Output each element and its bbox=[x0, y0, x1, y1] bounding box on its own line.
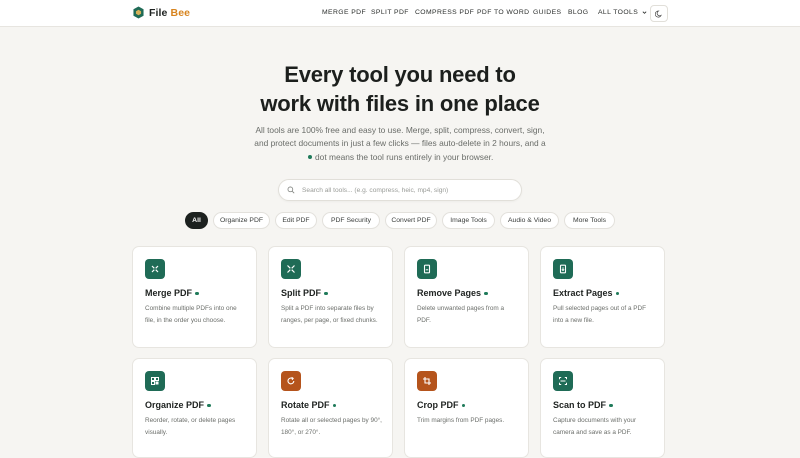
page-title: Every tool you need to work with files i… bbox=[0, 60, 800, 118]
title-line-1: Every tool you need to bbox=[284, 62, 516, 87]
subtitle-line-3: dot means the tool runs entirely in your… bbox=[315, 151, 494, 162]
scan-icon bbox=[553, 371, 573, 391]
browser-dot-icon bbox=[484, 291, 488, 296]
nav-blog[interactable]: BLOG bbox=[568, 9, 589, 16]
title-line-2: work with files in one place bbox=[260, 91, 540, 116]
brand-name: File Bee bbox=[149, 6, 191, 19]
card-description: Rotate all or selected pages by 90°, 180… bbox=[281, 417, 382, 436]
theme-toggle-button[interactable] bbox=[650, 5, 668, 22]
extract-pages-icon bbox=[553, 259, 573, 279]
nav-all-tools-label: ALL TOOLS bbox=[598, 9, 639, 16]
browser-dot-icon bbox=[307, 155, 312, 160]
subtitle-line-3-wrap: dot means the tool runs entirely in your… bbox=[230, 151, 570, 164]
search-input[interactable] bbox=[300, 185, 514, 195]
card-title: Remove Pages bbox=[417, 288, 489, 298]
browser-dot-icon bbox=[195, 291, 199, 296]
tool-card-organize-pdf[interactable]: Organize PDF Reorder, rotate, or delete … bbox=[132, 358, 257, 458]
card-title: Extract Pages bbox=[553, 288, 620, 298]
card-description: Reorder, rotate, or delete pages visuall… bbox=[145, 417, 236, 436]
filter-edit-pdf[interactable]: Edit PDF bbox=[275, 212, 317, 229]
subtitle-line-2: and protect documents in just a few clic… bbox=[254, 138, 546, 149]
crop-icon bbox=[417, 371, 437, 391]
search-bar[interactable] bbox=[278, 179, 522, 201]
browser-dot-icon bbox=[609, 403, 613, 408]
filter-all[interactable]: All bbox=[185, 212, 208, 229]
card-description: Pull selected pages out of a PDF into a … bbox=[553, 305, 647, 324]
browser-dot-icon bbox=[332, 403, 337, 408]
moon-icon bbox=[655, 10, 662, 17]
card-description: Capture documents with your camera and s… bbox=[553, 417, 637, 436]
browser-dot-icon bbox=[615, 291, 620, 296]
search-icon bbox=[287, 186, 295, 194]
subtitle-line-1: All tools are 100% free and easy to use.… bbox=[255, 125, 545, 135]
filter-convert-pdf[interactable]: Convert PDF bbox=[385, 212, 437, 229]
card-description: Trim margins from PDF pages. bbox=[417, 417, 505, 424]
split-icon bbox=[281, 259, 301, 279]
browser-dot-icon bbox=[324, 291, 328, 296]
filter-more-tools[interactable]: More Tools bbox=[564, 212, 615, 229]
card-description: Split a PDF into separate files by range… bbox=[281, 305, 378, 324]
nav-merge-pdf[interactable]: MERGE PDF bbox=[322, 9, 366, 16]
nav-pdf-to-word[interactable]: PDF TO WORD bbox=[477, 9, 529, 16]
nav-guides[interactable]: GUIDES bbox=[533, 9, 561, 16]
tool-card-rotate-pdf[interactable]: Rotate PDF Rotate all or selected pages … bbox=[268, 358, 393, 458]
tool-card-split-pdf[interactable]: Split PDF Split a PDF into separate file… bbox=[268, 246, 393, 348]
nav-all-tools[interactable]: ALL TOOLS bbox=[598, 9, 647, 16]
card-title: Rotate PDF bbox=[281, 400, 337, 410]
top-header: File Bee MERGE PDF SPLIT PDF COMPRESS PD… bbox=[0, 0, 800, 27]
card-description: Combine multiple PDFs into one file, in … bbox=[145, 305, 237, 324]
tool-card-remove-pages[interactable]: Remove Pages Delete unwanted pages from … bbox=[404, 246, 529, 348]
tool-card-scan-to-pdf[interactable]: Scan to PDF Capture documents with your … bbox=[540, 358, 665, 458]
card-description: Delete unwanted pages from a PDF. bbox=[417, 305, 505, 324]
card-title: Crop PDF bbox=[417, 400, 466, 410]
filter-audio-video[interactable]: Audio & Video bbox=[500, 212, 559, 229]
merge-icon bbox=[145, 259, 165, 279]
filter-image-tools[interactable]: Image Tools bbox=[442, 212, 495, 229]
hexagon-logo-icon bbox=[133, 6, 144, 19]
page-subtitle: All tools are 100% free and easy to use.… bbox=[230, 124, 570, 164]
chevron-down-icon bbox=[642, 11, 647, 14]
filter-pdf-security[interactable]: PDF Security bbox=[322, 212, 380, 229]
card-title: Scan to PDF bbox=[553, 400, 614, 410]
nav-split-pdf[interactable]: SPLIT PDF bbox=[371, 9, 409, 16]
card-title: Organize PDF bbox=[145, 400, 212, 410]
brand-logo[interactable]: File Bee bbox=[133, 6, 190, 19]
filter-organize-pdf[interactable]: Organize PDF bbox=[213, 212, 270, 229]
remove-pages-icon bbox=[417, 259, 437, 279]
organize-icon bbox=[145, 371, 165, 391]
card-title: Split PDF bbox=[281, 288, 329, 298]
tool-card-extract-pages[interactable]: Extract Pages Pull selected pages out of… bbox=[540, 246, 665, 348]
tool-card-merge-pdf[interactable]: Merge PDF Combine multiple PDFs into one… bbox=[132, 246, 257, 348]
card-title: Merge PDF bbox=[145, 288, 200, 298]
browser-dot-icon bbox=[207, 403, 211, 408]
browser-dot-icon bbox=[461, 403, 465, 408]
nav-compress-pdf[interactable]: COMPRESS PDF bbox=[415, 9, 474, 16]
tool-card-crop-pdf[interactable]: Crop PDF Trim margins from PDF pages. bbox=[404, 358, 529, 458]
rotate-icon bbox=[281, 371, 301, 391]
